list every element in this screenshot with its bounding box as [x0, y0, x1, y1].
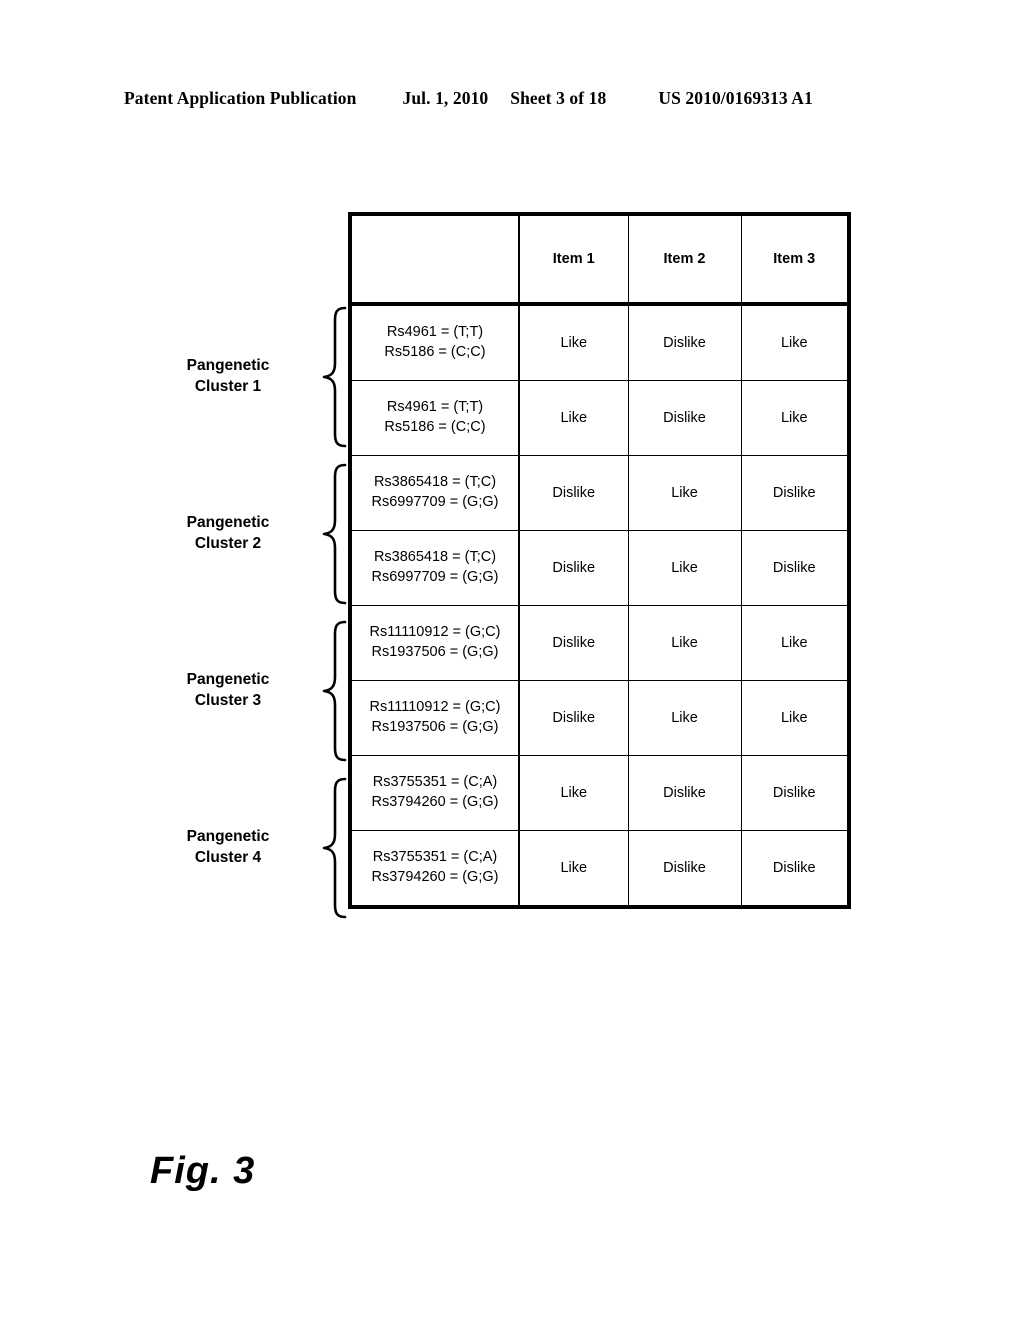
cluster-annotation-4: Pangenetic Cluster 4 [150, 774, 348, 922]
cluster-annotation-2: Pangenetic Cluster 2 [150, 460, 348, 608]
genotype-line-2: Rs6997709 = (G;G) [371, 494, 499, 510]
verdict-cell-item-2: Dislike [627, 303, 742, 381]
verdict-cell-item-2: Dislike [627, 380, 742, 456]
cluster-label-2: Pangenetic Cluster 2 [150, 513, 310, 555]
genotype-line-1: Rs3865418 = (T;C) [373, 474, 497, 491]
verdict-cell-item-3: Dislike [740, 530, 850, 606]
column-header-item-2: Item 2 [627, 213, 742, 306]
table-row: Rs3865418 = (T;C) Rs6997709 = (G;G) Dislik… [349, 530, 850, 606]
genotype-cell: Rs4961 = (T;T) Rs5186 = (C;C) [349, 380, 520, 456]
curly-brace-icon-1 [310, 303, 348, 451]
genotype-line-2: Rs5186 = (C;C) [384, 344, 486, 360]
verdict-cell-item-3: Like [740, 680, 850, 756]
table-row: Rs3755351 = (C;A) Rs3794260 = (G;G) Like Di… [349, 755, 850, 831]
cluster-label-line-1: Pangenetic [186, 514, 270, 532]
verdict-cell-item-1: Dislike [518, 680, 629, 756]
verdict-cell-item-1: Like [518, 755, 629, 831]
curly-brace-icon-2 [310, 460, 348, 608]
table-row: Rs3865418 = (T;C) Rs6997709 = (G;G) Dislik… [349, 455, 850, 531]
cluster-label-line-2: Cluster 1 [194, 378, 262, 395]
verdict-cell-item-1: Like [518, 830, 629, 908]
genotype-line-1: Rs11110912 = (G;C) [369, 624, 501, 641]
table-row: Rs11110912 = (G;C) Rs1937506 = (G;G) Disli… [349, 680, 850, 756]
cluster-label-line-2: Cluster 4 [194, 849, 262, 866]
curly-brace-icon-4 [310, 774, 348, 922]
cluster-label-line-1: Pangenetic [186, 357, 270, 375]
verdict-cell-item-1: Dislike [518, 530, 629, 606]
genotype-line-1: Rs4961 = (T;T) [386, 324, 484, 341]
genotype-cell: Rs11110912 = (G;C) Rs1937506 = (G;G) [349, 680, 520, 756]
genotype-line-2: Rs3794260 = (G;G) [371, 794, 499, 810]
verdict-cell-item-3: Dislike [740, 830, 850, 908]
genotype-cell: Rs3755351 = (C;A) Rs3794260 = (G;G) [349, 755, 520, 831]
column-header-item-1: Item 1 [518, 213, 629, 306]
verdict-cell-item-2: Like [627, 680, 742, 756]
verdict-cell-item-3: Like [740, 605, 850, 681]
cluster-label-4: Pangenetic Cluster 4 [150, 827, 310, 869]
verdict-cell-item-1: Like [518, 303, 629, 381]
genotype-line-1: Rs3755351 = (C;A) [372, 774, 498, 791]
verdict-cell-item-1: Like [518, 380, 629, 456]
table-row: Rs11110912 = (G;C) Rs1937506 = (G;G) Disli… [349, 605, 850, 681]
verdict-cell-item-1: Dislike [518, 455, 629, 531]
column-header-item-3: Item 3 [740, 213, 850, 306]
genotype-cell: Rs3865418 = (T;C) Rs6997709 = (G;G) [349, 530, 520, 606]
figure-caption: Fig. 3 [150, 1150, 256, 1192]
cluster-label-line-2: Cluster 2 [194, 535, 262, 552]
genotype-line-2: Rs3794260 = (G;G) [371, 869, 499, 885]
table-row: Rs4961 = (T;T) Rs5186 = (C;C) Like Dislike L… [349, 303, 850, 381]
verdict-cell-item-1: Dislike [518, 605, 629, 681]
cluster-label-3: Pangenetic Cluster 3 [150, 670, 310, 712]
cluster-label-line-1: Pangenetic [186, 828, 270, 846]
genotype-line-2: Rs1937506 = (G;G) [371, 719, 499, 735]
genotype-line-2: Rs5186 = (C;C) [384, 419, 486, 435]
genotype-line-1: Rs3755351 = (C;A) [372, 849, 498, 866]
genotype-line-1: Rs11110912 = (G;C) [369, 699, 501, 716]
genotype-line-2: Rs6997709 = (G;G) [371, 569, 499, 585]
verdict-cell-item-2: Like [627, 455, 742, 531]
cluster-label-line-1: Pangenetic [186, 671, 270, 689]
pangenetic-cluster-table: Item 1 Item 2 Item 3 Rs4961 = (T;T) Rs518… [348, 212, 851, 909]
verdict-cell-item-3: Like [740, 380, 850, 456]
verdict-cell-item-2: Like [627, 605, 742, 681]
figure-3-drawing: Pangenetic Cluster 1 Pangenetic Cluster 2 Pa… [0, 0, 1024, 1320]
genotype-cell: Rs11110912 = (G;C) Rs1937506 = (G;G) [349, 605, 520, 681]
table-header-row: Item 1 Item 2 Item 3 [349, 213, 850, 306]
genotype-cell: Rs3755351 = (C;A) Rs3794260 = (G;G) [349, 830, 520, 908]
genotype-line-2: Rs1937506 = (G;G) [371, 644, 499, 660]
table-row: Rs4961 = (T;T) Rs5186 = (C;C) Like Dislike L… [349, 380, 850, 456]
cluster-annotation-1: Pangenetic Cluster 1 [150, 303, 348, 451]
verdict-cell-item-2: Like [627, 530, 742, 606]
curly-brace-icon-3 [310, 617, 348, 765]
table-corner-cell [349, 213, 520, 306]
verdict-cell-item-3: Dislike [740, 455, 850, 531]
verdict-cell-item-2: Dislike [627, 755, 742, 831]
genotype-line-1: Rs3865418 = (T;C) [373, 549, 497, 566]
verdict-cell-item-2: Dislike [627, 830, 742, 908]
table-row: Rs3755351 = (C;A) Rs3794260 = (G;G) Like Di… [349, 830, 850, 908]
genotype-cell: Rs3865418 = (T;C) Rs6997709 = (G;G) [349, 455, 520, 531]
cluster-label-line-2: Cluster 3 [194, 692, 262, 709]
genotype-cell: Rs4961 = (T;T) Rs5186 = (C;C) [349, 303, 520, 381]
genotype-line-1: Rs4961 = (T;T) [386, 399, 484, 416]
verdict-cell-item-3: Dislike [740, 755, 850, 831]
cluster-label-1: Pangenetic Cluster 1 [150, 356, 310, 398]
verdict-cell-item-3: Like [740, 303, 850, 381]
table-body: Item 1 Item 2 Item 3 Rs4961 = (T;T) Rs518… [349, 213, 850, 908]
cluster-annotation-3: Pangenetic Cluster 3 [150, 617, 348, 765]
